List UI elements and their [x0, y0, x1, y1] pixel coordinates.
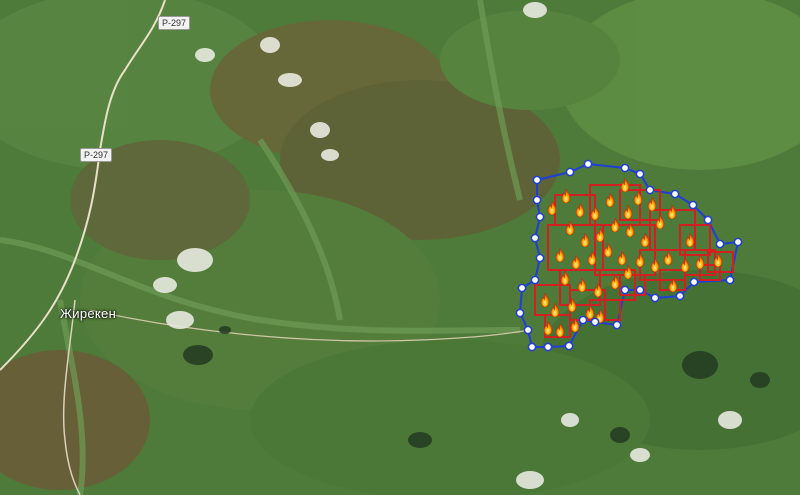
vertex-handle[interactable]	[620, 163, 630, 173]
vertex-handle[interactable]	[583, 159, 593, 169]
town-label: Жирекен	[60, 306, 117, 321]
vertex-handle[interactable]	[645, 185, 655, 195]
vertex-handle[interactable]	[523, 325, 533, 335]
vertex-handle[interactable]	[535, 253, 545, 263]
vertex-handle[interactable]	[532, 175, 542, 185]
map-canvas[interactable]: Р-297 Р-297 Жирекен	[0, 0, 800, 495]
vertex-handle[interactable]	[620, 285, 630, 295]
vertex-handle[interactable]	[530, 233, 540, 243]
vertex-handle[interactable]	[565, 167, 575, 177]
vertex-handle[interactable]	[535, 212, 545, 222]
vertex-handle[interactable]	[564, 341, 574, 351]
vertex-handle[interactable]	[530, 275, 540, 285]
vertex-handle[interactable]	[515, 308, 525, 318]
road-shield-r297-mid: Р-297	[80, 148, 113, 162]
vertex-handle[interactable]	[733, 237, 743, 247]
vertex-handle[interactable]	[675, 291, 685, 301]
vertex-handle[interactable]	[543, 342, 553, 352]
vertex-handle[interactable]	[612, 320, 622, 330]
vertex-handle[interactable]	[725, 275, 735, 285]
vertex-handle[interactable]	[517, 283, 527, 293]
vertex-handle[interactable]	[590, 317, 600, 327]
vertex-handle[interactable]	[578, 315, 588, 325]
vertex-handle[interactable]	[703, 215, 713, 225]
vertex-handle[interactable]	[715, 239, 725, 249]
vertex-handle[interactable]	[532, 195, 542, 205]
satellite-terrain	[0, 0, 800, 495]
vertex-handle[interactable]	[688, 200, 698, 210]
vertex-handle[interactable]	[527, 342, 537, 352]
vertex-handle[interactable]	[670, 189, 680, 199]
road-shield-r297-top: Р-297	[158, 16, 191, 30]
vertex-handle[interactable]	[635, 169, 645, 179]
vertex-handle[interactable]	[635, 285, 645, 295]
vertex-handle[interactable]	[689, 277, 699, 287]
vertex-handle[interactable]	[650, 293, 660, 303]
